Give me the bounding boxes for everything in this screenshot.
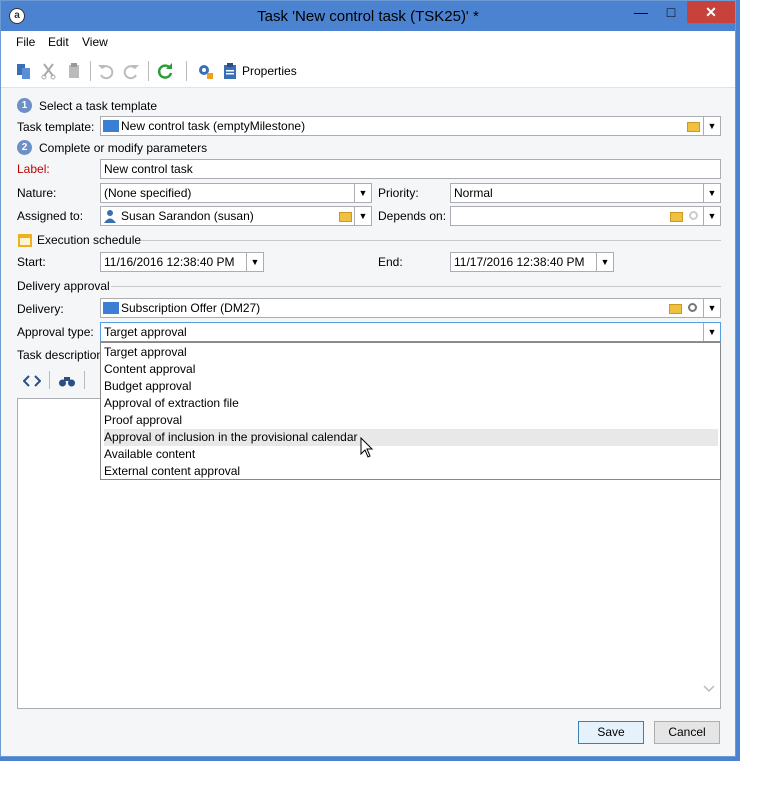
delivery-label: Delivery: — [17, 302, 64, 316]
folder-icon[interactable] — [687, 122, 700, 132]
binoculars-icon[interactable] — [58, 374, 76, 388]
envelope-icon — [103, 120, 119, 132]
toolbar-separator — [49, 371, 50, 389]
refresh-icon[interactable] — [156, 62, 174, 80]
approval-type-select[interactable]: Target approval ▼ — [100, 322, 721, 342]
option-external-content-approval[interactable]: External content approval — [104, 463, 718, 480]
start-label: Start: — [17, 255, 46, 269]
folder-icon[interactable] — [339, 212, 352, 222]
option-content-approval[interactable]: Content approval — [104, 361, 718, 378]
execution-schedule-title: Execution schedule — [37, 233, 142, 247]
menu-bar: File Edit View — [1, 31, 735, 53]
task-template-label: Task template: — [17, 120, 95, 134]
undo-icon[interactable] — [97, 62, 115, 80]
menu-view[interactable]: View — [82, 35, 108, 49]
menu-edit[interactable]: Edit — [48, 35, 69, 49]
end-label: End: — [378, 255, 403, 269]
option-available-content[interactable]: Available content — [104, 446, 718, 463]
chevron-down-icon[interactable]: ▼ — [703, 117, 720, 135]
option-budget-approval[interactable]: Budget approval — [104, 378, 718, 395]
window-title: Task 'New control task (TSK25)' * — [257, 8, 479, 25]
option-approval-provisional-calendar[interactable]: Approval of inclusion in the provisional… — [104, 429, 718, 446]
label-input[interactable]: New control task — [100, 159, 721, 179]
label-field-label: Label: — [17, 162, 50, 176]
step-1-badge: 1 — [17, 98, 32, 113]
delivery-field[interactable]: Subscription Offer (DM27) ▼ — [100, 298, 721, 318]
chevron-down-icon[interactable]: ▼ — [703, 299, 720, 317]
folder-icon[interactable] — [670, 212, 683, 222]
chevron-down-icon[interactable]: ▼ — [354, 184, 371, 202]
menu-file[interactable]: File — [16, 35, 35, 49]
assigned-to-field[interactable]: Susan Sarandon (susan) ▼ — [100, 206, 372, 226]
step-2-badge: 2 — [17, 140, 32, 155]
option-target-approval[interactable]: Target approval — [104, 344, 718, 361]
approval-type-label: Approval type: — [17, 325, 94, 339]
section-divider — [111, 286, 721, 287]
save-button[interactable]: Save — [578, 721, 644, 744]
delivery-approval-title: Delivery approval — [17, 279, 110, 293]
toolbar-separator — [90, 61, 91, 81]
nature-label: Nature: — [17, 186, 57, 200]
priority-label: Priority: — [378, 186, 419, 200]
option-approval-extraction-file[interactable]: Approval of extraction file — [104, 395, 718, 412]
chevron-down-icon[interactable]: ▼ — [596, 253, 613, 271]
properties-button[interactable]: Properties — [242, 64, 297, 78]
mouse-cursor-icon — [360, 437, 374, 458]
chevron-down-icon[interactable]: ▼ — [246, 253, 263, 271]
title-bar[interactable]: a Task 'New control task (TSK25)' * — □ … — [1, 1, 735, 31]
scroll-down-icon[interactable] — [703, 685, 715, 693]
end-date-field[interactable]: 11/17/2016 12:38:40 PM ▼ — [450, 252, 614, 272]
folder-icon[interactable] — [669, 304, 682, 314]
section-divider — [141, 240, 721, 241]
depends-on-label: Depends on: — [378, 209, 447, 223]
copy-icon[interactable] — [15, 62, 33, 80]
redo-icon[interactable] — [122, 62, 140, 80]
minimize-button[interactable]: — — [626, 1, 656, 23]
toolbar-separator — [148, 61, 149, 81]
task-description-label: Task description — [17, 348, 104, 362]
toolbar-separator — [84, 371, 85, 389]
section-1-title: Select a task template — [39, 99, 158, 113]
section-2-title: Complete or modify parameters — [39, 141, 208, 155]
priority-select[interactable]: Normal ▼ — [450, 183, 721, 203]
toolbar: Properties — [1, 53, 735, 88]
paste-icon[interactable] — [65, 62, 83, 80]
option-proof-approval[interactable]: Proof approval — [104, 412, 718, 429]
toolbar-separator — [186, 61, 187, 81]
envelope-icon — [103, 302, 119, 314]
chevron-down-icon[interactable]: ▼ — [703, 323, 720, 341]
chevron-down-icon[interactable]: ▼ — [703, 207, 720, 225]
properties-icon[interactable] — [221, 62, 239, 80]
maximize-button[interactable]: □ — [656, 1, 686, 23]
task-window: a Task 'New control task (TSK25)' * — □ … — [0, 0, 736, 757]
chevron-down-icon[interactable]: ▼ — [354, 207, 371, 225]
calendar-icon — [18, 234, 32, 247]
approval-type-options: Target approval Content approval Budget … — [100, 342, 721, 480]
cancel-button[interactable]: Cancel — [654, 721, 720, 744]
search-icon[interactable] — [689, 211, 698, 220]
task-template-field[interactable]: New control task (emptyMilestone) ▼ — [100, 116, 721, 136]
start-date-field[interactable]: 11/16/2016 12:38:40 PM ▼ — [100, 252, 264, 272]
assigned-to-label: Assigned to: — [17, 209, 84, 223]
source-code-icon[interactable] — [23, 374, 41, 388]
user-icon — [104, 210, 116, 223]
search-icon[interactable] — [688, 303, 697, 312]
close-button[interactable]: ✕ — [687, 1, 735, 23]
depends-on-field[interactable]: ▼ — [450, 206, 721, 226]
nature-select[interactable]: (None specified) ▼ — [100, 183, 372, 203]
cut-icon[interactable] — [40, 62, 58, 80]
settings-icon[interactable] — [196, 62, 214, 80]
chevron-down-icon[interactable]: ▼ — [703, 184, 720, 202]
